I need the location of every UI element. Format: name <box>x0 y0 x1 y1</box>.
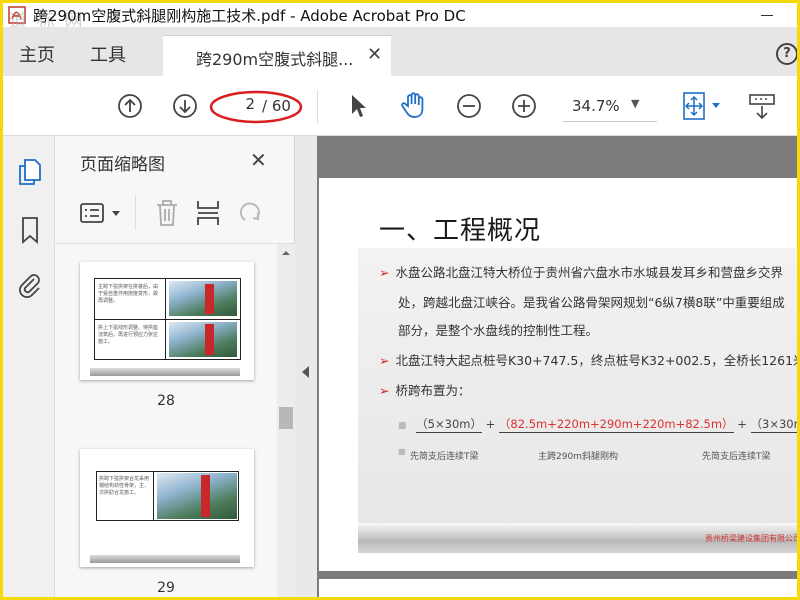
thumbnail-photo <box>157 473 237 519</box>
bullet-text: 水盘公路北盘江特大桥位于贵州省六盘水市水城县发耳乡和营盘乡交界 <box>395 265 783 280</box>
span-plus: + <box>737 417 747 431</box>
footer-company: 贵州桥梁建设集团有限公司 <box>705 534 797 543</box>
page-count: / 60 <box>262 97 291 115</box>
insert-page-icon[interactable] <box>195 198 221 228</box>
acrobat-window: 道 标 网 跨290m空腹式斜腿刚构施工技术.pdf - Adobe Acrob… <box>3 3 797 597</box>
window-title: 跨290m空腹式斜腿刚构施工技术.pdf - Adobe Acrobat Pro… <box>33 7 466 25</box>
thumbnail-options-icon[interactable] <box>79 202 105 224</box>
pdf-page: 一、工程概况 ➢ 水盘公路北盘江特大桥位于贵州省六盘水市水城县发耳乡和营盘乡交界 … <box>319 178 797 571</box>
attachment-icon[interactable] <box>16 272 44 300</box>
thumbnail-table-rule <box>165 278 166 360</box>
thumbnail-footer <box>90 555 240 563</box>
scroll-up-icon[interactable] <box>281 250 291 256</box>
thumbnails-toolbar <box>55 184 295 244</box>
title-bar: 道 标 网 跨290m空腹式斜腿刚构施工技术.pdf - Adobe Acrob… <box>3 3 797 32</box>
zoom-select[interactable]: 34.7% ▼ <box>563 92 657 122</box>
thumbnail-text: 拱上下弦线形调整。待拱座浇筑后，再进行预应力张拉施工。 <box>98 325 159 345</box>
thumbnail-photo-pier <box>205 324 214 355</box>
chevron-down-icon[interactable] <box>111 210 121 218</box>
bullet-text: 桥跨布置为： <box>395 383 471 398</box>
thumbnail-photo-pier <box>201 475 210 517</box>
bullet-arrow-icon: ➢ <box>379 383 390 398</box>
minimize-button[interactable] <box>761 7 775 21</box>
toolbar-divider <box>317 90 318 124</box>
chevron-down-icon[interactable] <box>711 102 721 110</box>
navigation-rail <box>3 136 55 597</box>
thumbnail-table-rule <box>94 319 241 320</box>
close-tab-icon[interactable]: ✕ <box>367 44 382 65</box>
bullet-continuation: 处，跨越北盘江峡谷。是我省公路骨架网规划“6纵7横8联”中重要组成 <box>398 295 785 310</box>
thumbnail-list: 主跨下弦拱架在拼装后，由于受自重作用挠度变形，故再调整。 拱上下弦线形调整。待拱… <box>55 244 277 597</box>
slide-footer: 贵州桥梁建设集团有限公司 <box>358 523 797 553</box>
help-icon[interactable]: ? <box>776 43 797 65</box>
page-heading: 一、工程概况 <box>379 216 542 246</box>
thumbnail-photo <box>169 281 237 316</box>
next-page-icon[interactable] <box>172 93 198 119</box>
main-toolbar: 2 / 60 34.7% ▼ <box>3 76 797 136</box>
span-plus: + <box>485 417 496 431</box>
close-panel-icon[interactable]: ✕ <box>250 148 267 172</box>
tab-home[interactable]: 主页 <box>19 41 55 67</box>
span-part: （82.5m+220m+290m+220m+82.5m） <box>498 417 734 433</box>
thumbnail-page-number: 28 <box>157 393 175 409</box>
bullet-item: ➢ 水盘公路北盘江特大桥位于贵州省六盘水市水城县发耳乡和营盘乡交界 <box>379 262 783 281</box>
thumbnails-panel: 页面缩略图 ✕ 主跨下弦拱架在拼装后，由于受自重作用挠度变形，故再调整。 拱上下… <box>55 136 295 597</box>
panel-title: 页面缩略图 <box>80 155 165 175</box>
span-part: （3×30m+4×30m） <box>750 417 797 433</box>
page-thumbnail[interactable]: 拱跨下弦拱架合龙采用钢结构劲性骨架，主、次拱肋合龙施工。 <box>80 449 254 567</box>
slide-content: ➢ 水盘公路北盘江特大桥位于贵州省六盘水市水城县发耳乡和营盘乡交界 处，跨越北盘江… <box>358 248 797 553</box>
panel-splitter[interactable] <box>295 136 317 597</box>
bullet-continuation: 部分，是整个水盘线的控制性工程。 <box>398 323 599 338</box>
scrollbar-thumb[interactable] <box>279 407 293 429</box>
thumbnail-table-rule <box>153 471 154 521</box>
zoom-in-icon[interactable] <box>511 93 537 119</box>
span-layout: ■ （5×30m） + （82.5m+220m+290m+220m+82.5m）… <box>398 416 797 433</box>
bullet-item: ➢ 北盘江特大起点桩号K30+747.5，终点桩号K32+002.5，全桥长126… <box>379 350 797 369</box>
bullet-text: 北盘江特大起点桩号K30+747.5，终点桩号K32+002.5，全桥长1261… <box>395 353 797 368</box>
sub-bullet-icon: ■ <box>398 421 407 431</box>
hand-tool-icon[interactable] <box>399 90 429 120</box>
bullet-arrow-icon: ➢ <box>379 265 390 280</box>
bookmark-icon[interactable] <box>20 216 40 244</box>
document-view: 一、工程概况 ➢ 水盘公路北盘江特大桥位于贵州省六盘水市水城县发耳乡和营盘乡交界 … <box>317 136 797 597</box>
sub-bullet-icon: ■ <box>398 447 406 456</box>
zoom-out-icon[interactable] <box>456 93 482 119</box>
zoom-value: 34.7% <box>572 97 620 115</box>
span-label: 主跨290m斜腿刚构 <box>538 452 618 462</box>
thumbnail-photo-pier <box>205 284 214 314</box>
page-thumbnail[interactable]: 主跨下弦拱架在拼装后，由于受自重作用挠度变形，故再调整。 拱上下弦线形调整。待拱… <box>80 262 254 380</box>
span-label: 先简支后连续T梁 <box>410 452 479 462</box>
document-tab[interactable]: 跨290m空腹式斜腿... ✕ <box>163 35 391 76</box>
span-part: （5×30m） <box>416 417 482 433</box>
tab-tools[interactable]: 工具 <box>90 41 126 67</box>
bullet-item: ➢ 桥跨布置为： <box>379 380 471 399</box>
fit-page-icon[interactable] <box>680 91 708 121</box>
page-thumbnails-icon[interactable] <box>17 158 43 186</box>
toolbar-divider <box>135 196 136 230</box>
chevron-down-icon: ▼ <box>631 97 640 110</box>
span-label: 先简支后连续T梁 <box>702 452 771 462</box>
thumbnail-page-number: 29 <box>157 580 175 596</box>
rotate-page-icon[interactable] <box>236 198 264 226</box>
collapse-panel-icon[interactable] <box>302 366 309 378</box>
thumbnail-photo <box>169 322 237 357</box>
thumbnails-scrollbar[interactable] <box>277 244 295 597</box>
tab-bar: 主页 工具 跨290m空腹式斜腿... ✕ ? <box>3 27 797 76</box>
page-number-input[interactable]: 2 <box>215 95 255 119</box>
previous-page-icon[interactable] <box>117 93 143 119</box>
next-pdf-page <box>319 579 797 597</box>
select-cursor-icon[interactable] <box>348 92 368 120</box>
thumbnail-footer <box>90 368 240 376</box>
thumbnail-text: 拱跨下弦拱架合龙采用钢结构劲性骨架，主、次拱肋合龙施工。 <box>99 476 150 496</box>
bullet-arrow-icon: ➢ <box>379 353 390 368</box>
thumbnail-text: 主跨下弦拱架在拼装后，由于受自重作用挠度变形，故再调整。 <box>98 284 159 304</box>
document-tab-label: 跨290m空腹式斜腿... <box>196 50 354 69</box>
delete-page-icon[interactable] <box>154 198 180 228</box>
scroll-mode-icon[interactable] <box>747 92 777 122</box>
